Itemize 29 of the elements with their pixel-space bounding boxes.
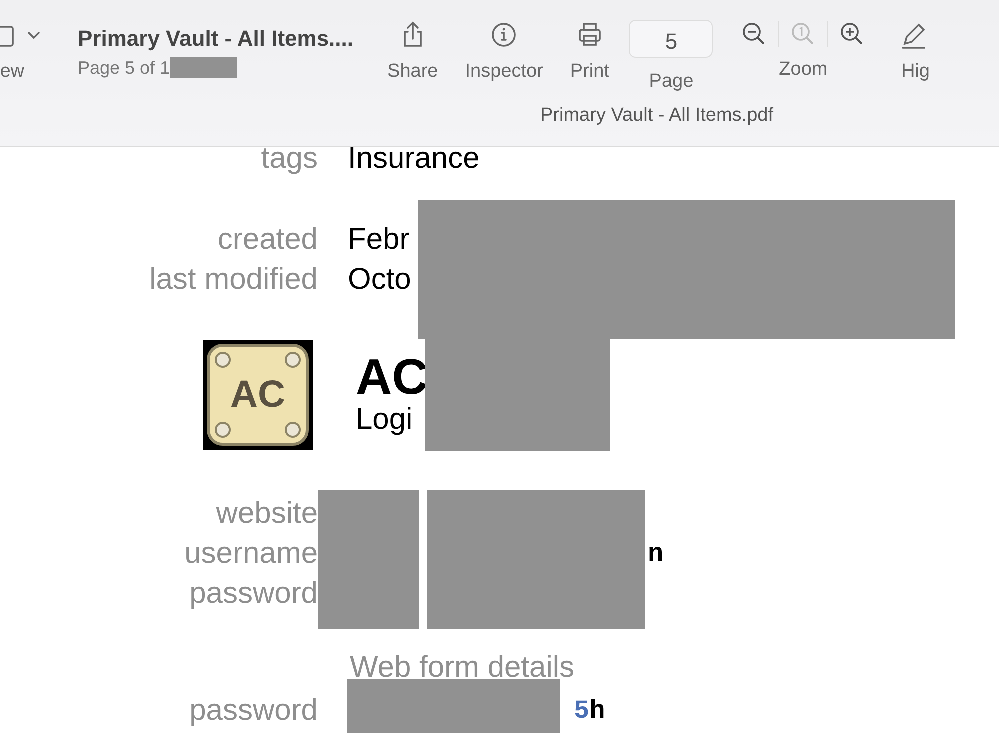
redaction-block (170, 57, 238, 78)
section-title: Web form details (350, 652, 576, 683)
field-value: Insurance (348, 141, 480, 177)
document-title: Primary Vault - All Items.... (78, 25, 354, 53)
page-count: Page 5 of 1 (78, 57, 170, 80)
print-button[interactable]: Print (570, 20, 610, 86)
field-value: Febr (348, 222, 410, 258)
zoom-label: Zoom (779, 58, 828, 82)
field-label: created (216, 222, 318, 258)
item-title: AC (356, 352, 428, 402)
icon-initials: AC (207, 344, 309, 446)
field-label: website (215, 496, 318, 532)
field-label: last modified (148, 262, 318, 298)
field-label: username (184, 536, 318, 572)
field-value: 5 (574, 695, 590, 728)
document-filename: Primary Vault - All Items.pdf (540, 104, 774, 128)
page-number-field[interactable]: 5 (629, 20, 714, 58)
share-button[interactable]: Share (388, 20, 438, 86)
item-type: Logi (356, 402, 414, 438)
page-label: Page (649, 70, 694, 94)
highlight-button[interactable]: Hig (901, 20, 930, 86)
field-label: password (188, 693, 318, 729)
field-value: Octo (348, 262, 412, 298)
field-value: n (648, 538, 664, 571)
field-value: h (590, 695, 606, 728)
field-label: tags (260, 141, 318, 177)
field-label: password (188, 576, 318, 612)
view-button[interactable]: iew (0, 20, 46, 86)
inspector-button[interactable]: Inspector (465, 20, 544, 86)
